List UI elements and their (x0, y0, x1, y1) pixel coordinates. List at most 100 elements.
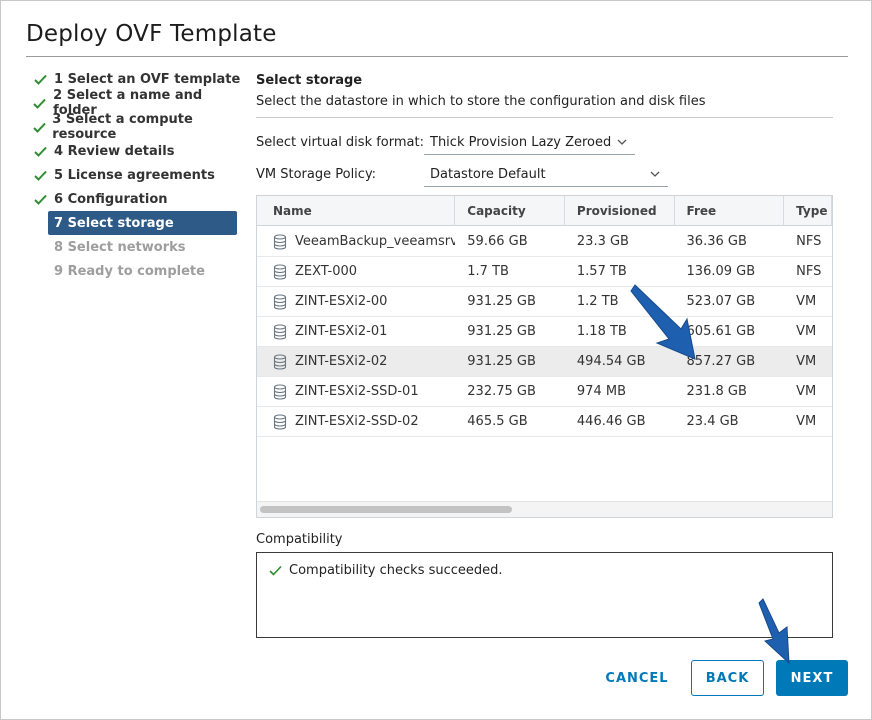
compatibility-label: Compatibility (256, 532, 343, 547)
datastore-free-cell: 523.07 GB (686, 294, 756, 309)
datastore-name: ZINT-ESXi2-01 (295, 324, 388, 339)
datastore-icon (273, 413, 287, 430)
check-icon (31, 146, 49, 157)
datastore-icon (273, 263, 287, 280)
cancel-button[interactable]: CANCEL (597, 660, 677, 696)
datastore-icon (273, 293, 287, 310)
datastore-icon (273, 383, 287, 400)
datastore-icon (273, 323, 287, 340)
datastore-name: ZINT-ESXi2-00 (295, 294, 388, 309)
wizard-step-label: 7 Select storage (54, 215, 174, 231)
datastore-icon (273, 233, 287, 250)
datastore-capacity-cell: 465.5 GB (467, 414, 528, 429)
back-button[interactable]: BACK (691, 660, 764, 696)
wizard-step-label: 3 Select a compute resource (52, 112, 193, 142)
wizard-steps: 1 Select an OVF template 2 Select a name … (31, 67, 241, 283)
datastore-name-cell: ZEXT-000 (257, 257, 455, 286)
table-row[interactable]: ZINT-ESXi2-SSD-01 232.75 GB 974 MB 231.8 GB… (257, 377, 832, 407)
datastore-type-cell: VM (796, 384, 817, 399)
datastore-provisioned-cell: 1.18 TB (576, 324, 627, 339)
section-divider (256, 117, 833, 118)
wizard-step-5[interactable]: 5 License agreements (31, 163, 241, 187)
disk-format-value: Thick Provision Lazy Zeroed (430, 135, 612, 150)
datastore-free-cell: 36.36 GB (686, 234, 747, 249)
datastore-capacity-cell: 59.66 GB (467, 234, 528, 249)
column-header-free[interactable]: Free (675, 196, 785, 226)
datastore-type-cell: NFS (796, 234, 822, 249)
check-icon (31, 98, 48, 109)
datastore-name: VeeamBackup_veeamsrv (295, 234, 456, 249)
table-row[interactable]: ZINT-ESXi2-SSD-02 465.5 GB 446.46 GB 23.4 G… (257, 407, 832, 437)
wizard-step-9: 9 Ready to complete (31, 259, 241, 283)
disk-format-select[interactable]: Thick Provision Lazy Zeroed (424, 131, 635, 155)
wizard-step-label: 5 License agreements (54, 167, 215, 183)
chevron-down-icon (650, 171, 660, 177)
datastore-capacity-cell: 1.7 TB (467, 264, 509, 279)
datastore-provisioned-cell: 494.54 GB (576, 354, 646, 369)
table-row[interactable]: ZINT-ESXi2-01 931.25 GB 1.18 TB 605.61 GB VM (257, 317, 832, 347)
wizard-step-3[interactable]: 3 Select a compute resource (31, 112, 241, 142)
section-title: Select storage (256, 73, 363, 88)
check-icon (31, 170, 49, 181)
dialog-title: Deploy OVF Template (26, 21, 277, 47)
datastore-free-cell: 23.4 GB (686, 414, 739, 429)
datastore-free-cell: 857.27 GB (686, 354, 756, 369)
wizard-step-6[interactable]: 6 Configuration (31, 187, 241, 211)
next-button[interactable]: NEXT (776, 660, 848, 696)
check-icon (31, 74, 49, 85)
datastore-type-cell: VM (796, 324, 817, 339)
datastore-name: ZEXT-000 (295, 264, 358, 279)
check-icon (31, 194, 49, 205)
chevron-down-icon (617, 139, 627, 145)
column-header-type[interactable]: Type (784, 196, 832, 226)
compatibility-text: Compatibility checks succeeded. (289, 563, 503, 578)
scrollbar-thumb[interactable] (260, 506, 512, 513)
table-header: Name Capacity Provisioned Free Type (257, 196, 832, 226)
storage-policy-select[interactable]: Datastore Default (424, 163, 668, 187)
datastore-free-cell: 231.8 GB (686, 384, 747, 399)
datastore-type-cell: VM (796, 294, 817, 309)
storage-policy-label: VM Storage Policy: (256, 167, 377, 182)
datastore-type-cell: VM (796, 414, 817, 429)
disk-format-label: Select virtual disk format: (256, 135, 424, 150)
check-icon (31, 122, 47, 133)
section-subtitle: Select the datastore in which to store t… (256, 94, 706, 109)
wizard-step-label: 9 Ready to complete (54, 263, 205, 279)
compatibility-box: Compatibility checks succeeded. (256, 552, 833, 638)
title-divider (26, 56, 848, 57)
table-row[interactable]: ZEXT-000 1.7 TB 1.57 TB 136.09 GB NFS (257, 257, 832, 287)
column-header-provisioned[interactable]: Provisioned (565, 196, 675, 226)
datastore-provisioned-cell: 974 MB (576, 384, 626, 399)
datastore-provisioned-cell: 1.2 TB (576, 294, 619, 309)
datastore-name-cell: VeeamBackup_veeamsrv (257, 227, 455, 256)
horizontal-scrollbar[interactable] (257, 501, 832, 517)
wizard-step-7[interactable]: 7 Select storage (48, 211, 237, 235)
wizard-step-4[interactable]: 4 Review details (31, 139, 241, 163)
datastore-name-cell: ZINT-ESXi2-SSD-01 (257, 377, 455, 406)
table-body: VeeamBackup_veeamsrv 59.66 GB 23.3 GB 36.36… (257, 227, 832, 437)
table-row[interactable]: ZINT-ESXi2-02 931.25 GB 494.54 GB 857.27 GB… (257, 347, 832, 377)
column-header-name[interactable]: Name (257, 196, 456, 226)
datastore-provisioned-cell: 1.57 TB (576, 264, 627, 279)
datastore-type-cell: VM (796, 354, 817, 369)
storage-header: Select storage Select the datastore in w… (256, 73, 833, 109)
table-row[interactable]: ZINT-ESXi2-00 931.25 GB 1.2 TB 523.07 GB VM (257, 287, 832, 317)
datastore-name: ZINT-ESXi2-02 (295, 354, 388, 369)
datastore-name: ZINT-ESXi2-SSD-01 (295, 384, 419, 399)
compatibility-message: Compatibility checks succeeded. (269, 563, 503, 578)
datastore-provisioned-cell: 23.3 GB (576, 234, 629, 249)
datastore-capacity-cell: 931.25 GB (467, 294, 536, 309)
wizard-step-label: 1 Select an OVF template (54, 71, 241, 87)
storage-policy-value: Datastore Default (430, 167, 546, 182)
datastore-type-cell: NFS (796, 264, 822, 279)
datastore-name-cell: ZINT-ESXi2-00 (257, 287, 455, 316)
datastore-provisioned-cell: 446.46 GB (576, 414, 646, 429)
datastore-capacity-cell: 931.25 GB (467, 354, 536, 369)
wizard-step-label: 6 Configuration (54, 191, 168, 207)
table-row[interactable]: VeeamBackup_veeamsrv 59.66 GB 23.3 GB 36.36… (257, 227, 832, 257)
datastore-free-cell: 605.61 GB (686, 324, 756, 339)
datastore-name-cell: ZINT-ESXi2-SSD-02 (257, 407, 455, 436)
datastore-icon (273, 353, 287, 370)
column-header-capacity[interactable]: Capacity (455, 196, 565, 226)
check-icon (269, 565, 282, 576)
